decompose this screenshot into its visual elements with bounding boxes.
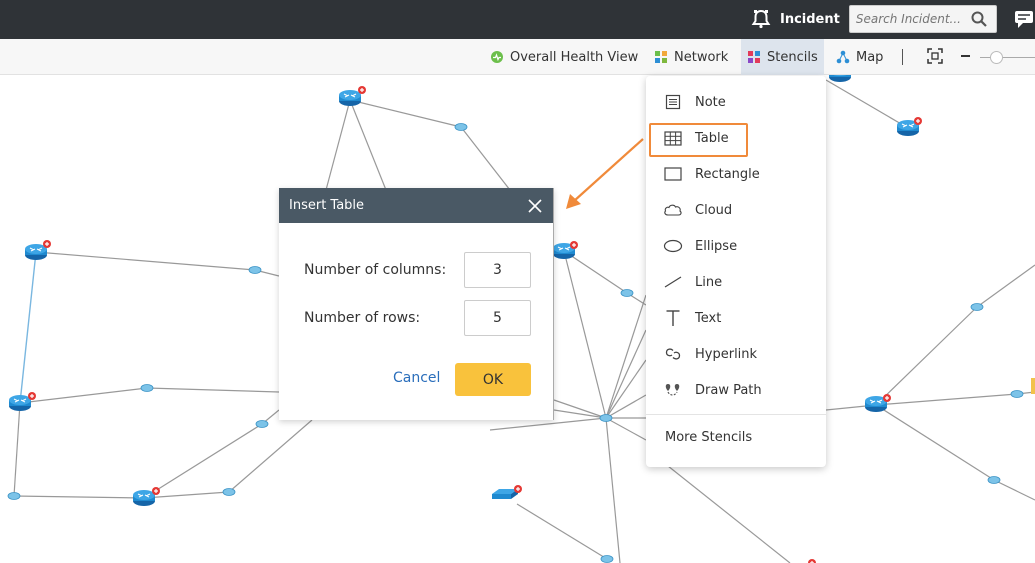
search-icon[interactable] xyxy=(970,10,988,28)
menu-item-hyperlink[interactable]: Hyperlink xyxy=(646,336,826,372)
rectangle-icon xyxy=(662,164,684,184)
note-icon xyxy=(662,92,684,112)
rows-row: Number of rows: xyxy=(304,300,531,336)
menu-divider xyxy=(646,414,826,415)
incident-search[interactable] xyxy=(848,5,997,33)
table-icon xyxy=(662,128,684,148)
endpoint-node xyxy=(599,414,613,422)
stencils-label: Stencils xyxy=(767,49,818,65)
zoom-slider-track[interactable] xyxy=(980,57,1035,58)
endpoint-node xyxy=(987,476,1001,484)
menu-item-draw-path[interactable]: Draw Path xyxy=(646,372,826,408)
close-icon[interactable] xyxy=(527,198,543,214)
map-toolbar: Overall Health View Network Stencils Map xyxy=(0,39,1035,75)
endpoint-node xyxy=(600,555,614,563)
menu-item-line[interactable]: Line xyxy=(646,264,826,300)
toolbar-divider xyxy=(902,49,903,65)
callout-arrow-line xyxy=(573,138,644,202)
fit-screen-icon[interactable] xyxy=(927,48,943,64)
menu-label-note: Note xyxy=(695,94,726,110)
incident-label[interactable]: Incident xyxy=(780,12,840,27)
ellipse-icon xyxy=(662,236,684,256)
cloud-icon xyxy=(662,200,684,220)
router-node xyxy=(896,116,923,137)
menu-item-note[interactable]: Note xyxy=(646,84,826,120)
endpoint-node xyxy=(1010,390,1024,398)
switch-node xyxy=(492,484,523,499)
draw-path-icon xyxy=(662,380,684,400)
network-icon xyxy=(654,50,668,64)
menu-label-cloud: Cloud xyxy=(695,202,733,218)
columns-input[interactable] xyxy=(464,252,531,288)
menu-item-ellipse[interactable]: Ellipse xyxy=(646,228,826,264)
network-button[interactable]: Network xyxy=(654,39,728,75)
router-node xyxy=(828,75,852,83)
stencils-icon xyxy=(747,50,761,64)
ok-button[interactable]: OK xyxy=(455,363,531,396)
router-badge xyxy=(807,558,817,563)
endpoint-node xyxy=(454,123,468,131)
stencils-dropdown: Note Table Rectangle Cloud Ellipse Line xyxy=(646,76,826,467)
menu-label-table: Table xyxy=(695,130,729,146)
endpoint-node xyxy=(248,266,262,274)
chat-icon[interactable] xyxy=(1013,9,1035,29)
endpoint-node xyxy=(7,492,21,500)
map-button[interactable]: Map xyxy=(836,39,883,75)
top-bar: Incident xyxy=(0,0,1035,39)
columns-row: Number of columns: xyxy=(304,252,531,288)
overall-health-view-button[interactable]: Overall Health View xyxy=(490,39,638,75)
health-icon xyxy=(490,50,504,64)
menu-label-rectangle: Rectangle xyxy=(695,166,760,182)
columns-label: Number of columns: xyxy=(304,262,447,278)
menu-item-cloud[interactable]: Cloud xyxy=(646,192,826,228)
menu-label-line: Line xyxy=(695,274,723,290)
endpoint-node xyxy=(222,488,236,496)
zoom-slider-handle[interactable] xyxy=(990,51,1003,64)
hyperlink-icon xyxy=(662,344,684,364)
menu-label-hyperlink: Hyperlink xyxy=(695,346,758,362)
map-icon xyxy=(836,50,850,64)
incident-area: Incident xyxy=(750,4,997,34)
map-label: Map xyxy=(856,49,884,65)
menu-item-table[interactable]: Table xyxy=(646,120,826,156)
endpoint-node xyxy=(970,303,984,311)
endpoint-node xyxy=(255,420,269,428)
stencils-button[interactable]: Stencils xyxy=(741,39,824,75)
cancel-button[interactable]: Cancel xyxy=(393,370,440,386)
router-node xyxy=(24,239,52,261)
rows-input[interactable] xyxy=(464,300,531,336)
menu-item-rectangle[interactable]: Rectangle xyxy=(646,156,826,192)
router-node xyxy=(864,393,892,413)
dialog-title: Insert Table xyxy=(289,198,365,213)
zoom-out-button[interactable] xyxy=(961,55,970,57)
menu-label-text: Text xyxy=(695,310,722,326)
endpoint-node xyxy=(620,289,634,297)
bell-icon[interactable] xyxy=(750,8,772,30)
network-label: Network xyxy=(674,49,729,65)
menu-item-text[interactable]: Text xyxy=(646,300,826,336)
menu-label-ellipse: Ellipse xyxy=(695,238,738,254)
partial-node xyxy=(1031,378,1035,394)
line-icon xyxy=(662,272,684,292)
more-stencils-link[interactable]: More Stencils xyxy=(665,430,752,445)
dialog-header: Insert Table xyxy=(279,188,553,223)
text-icon xyxy=(662,308,684,328)
menu-label-draw-path: Draw Path xyxy=(695,382,762,398)
insert-table-dialog: Insert Table Number of columns: Number o… xyxy=(279,188,554,420)
overall-health-label: Overall Health View xyxy=(510,49,639,65)
search-input[interactable] xyxy=(855,12,964,26)
endpoint-node xyxy=(140,384,154,392)
router-node xyxy=(552,240,579,260)
router-node xyxy=(132,486,161,507)
rows-label: Number of rows: xyxy=(304,310,421,326)
